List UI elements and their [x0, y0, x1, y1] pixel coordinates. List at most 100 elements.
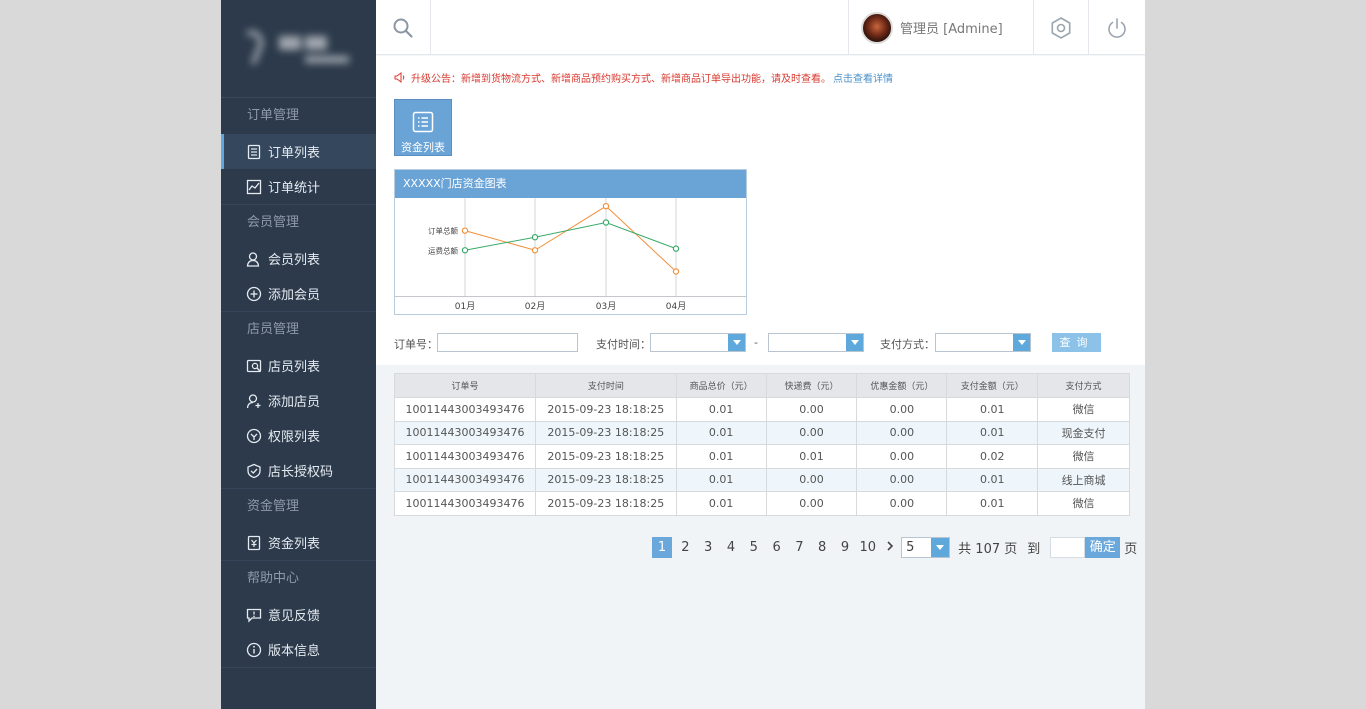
- table-cell: 2015-09-23 18:18:25: [534, 491, 677, 516]
- page-link[interactable]: 9: [834, 537, 857, 558]
- nav-section: 订单管理订单列表订单统计: [221, 98, 376, 205]
- table-cell: 0.01: [675, 420, 767, 445]
- search-button[interactable]: [376, 0, 431, 55]
- logo-icon: [245, 29, 349, 65]
- nav-section-title: 订单管理: [247, 108, 300, 123]
- fund-list-tile[interactable]: 资金列表: [394, 99, 452, 156]
- sidebar-item-funds[interactable]: 资金列表: [221, 525, 376, 560]
- table-row[interactable]: 10011443003493476 2015-09-23 18:18:25 0.01…: [394, 467, 1130, 492]
- order-id-link[interactable]: 10011443003493476: [394, 491, 536, 516]
- pay-time-start-select[interactable]: [650, 333, 746, 352]
- data-point: [672, 245, 680, 252]
- table-cell: 0.00: [856, 397, 948, 422]
- page-link[interactable]: 2: [674, 537, 697, 558]
- column-header[interactable]: 优惠金额（元）: [856, 373, 948, 398]
- order-id-link[interactable]: 10011443003493476: [394, 467, 536, 492]
- sidebar-item-permissions[interactable]: 权限列表: [221, 418, 376, 453]
- staff-card-icon: [246, 358, 262, 374]
- table-cell: 0.00: [856, 491, 948, 516]
- x-tick-label: 02月: [525, 301, 545, 312]
- user-menu[interactable]: 管理员 [Admine]: [848, 0, 1034, 55]
- table-cell: 0.02: [946, 444, 1039, 469]
- sidebar-item-add-staff[interactable]: 添加店员: [221, 383, 376, 418]
- chevron-down-icon: [1013, 334, 1030, 351]
- sidebar-item-members[interactable]: 会员列表: [221, 241, 376, 276]
- table-cell: 0.00: [765, 397, 858, 422]
- sidebar-item-order-stats[interactable]: 订单统计: [221, 169, 376, 204]
- sidebar-item-staff[interactable]: 店员列表: [221, 348, 376, 383]
- chevron-down-icon: [846, 334, 863, 351]
- query-button[interactable]: 查询: [1052, 333, 1101, 352]
- table-cell: 2015-09-23 18:18:25: [534, 420, 677, 445]
- announcement-link[interactable]: 点击查看详情: [833, 70, 893, 85]
- page-link[interactable]: 5: [742, 537, 765, 558]
- page-link[interactable]: 7: [788, 537, 811, 558]
- page-size-select[interactable]: 5: [901, 536, 951, 558]
- table-cell: 0.00: [765, 467, 858, 492]
- sidebar-item-manager-code[interactable]: 店长授权码: [221, 453, 376, 488]
- page-link[interactable]: 4: [720, 537, 743, 558]
- page-link[interactable]: 10: [856, 537, 879, 558]
- user-name: 管理员 [Admine]: [900, 22, 1003, 37]
- table-cell: 2015-09-23 18:18:25: [534, 444, 677, 469]
- data-point: [461, 227, 469, 234]
- page-link[interactable]: 1: [652, 536, 672, 558]
- table-cell: 0.01: [946, 467, 1039, 492]
- table-row[interactable]: 10011443003493476 2015-09-23 18:18:25 0.01…: [394, 397, 1130, 422]
- content-panel: 升级公告：新增到货物流方式、新增商品预约购买方式、新增商品订单导出功能，请及时查…: [376, 56, 1145, 365]
- order-id-link[interactable]: 10011443003493476: [394, 420, 536, 445]
- main-area: 管理员 [Admine] 升级公告：新增到货物流方式、新增商品预约购买方式、新增…: [376, 0, 1145, 709]
- sidebar-item-label: 添加会员: [268, 288, 321, 303]
- pay-method-select[interactable]: [935, 333, 1031, 352]
- goto-confirm-button[interactable]: 确定: [1085, 536, 1121, 558]
- table-cell: 线上商城: [1037, 467, 1130, 492]
- sidebar-item-label: 订单列表: [268, 146, 321, 161]
- data-point: [602, 219, 610, 226]
- logout-button[interactable]: [1089, 0, 1145, 55]
- sidebar-item-label: 店员列表: [268, 360, 321, 375]
- page-link[interactable]: 8: [811, 537, 834, 558]
- order-id-link[interactable]: 10011443003493476: [394, 397, 536, 422]
- page-unit: 页: [1124, 541, 1138, 557]
- sidebar-item-label: 意见反馈: [268, 609, 321, 624]
- column-header[interactable]: 支付金额（元）: [946, 373, 1039, 398]
- chevron-down-icon: [728, 334, 745, 351]
- table-cell: 0.01: [946, 397, 1039, 422]
- add-user-icon: [246, 393, 262, 409]
- sidebar-item-label: 店长授权码: [268, 465, 334, 480]
- x-tick-label: 04月: [666, 301, 686, 312]
- range-separator: -: [754, 336, 758, 349]
- sidebar-item-orders[interactable]: 订单列表: [221, 134, 376, 169]
- column-header[interactable]: 快递费（元）: [765, 373, 858, 398]
- settings-button[interactable]: [1034, 0, 1089, 55]
- chevron-down-icon: [931, 537, 950, 557]
- search-icon: [393, 18, 413, 38]
- table-cell: 0.01: [675, 444, 767, 469]
- column-header[interactable]: 支付方式: [1037, 373, 1130, 398]
- permission-icon: [246, 428, 262, 444]
- table-row[interactable]: 10011443003493476 2015-09-23 18:18:25 0.01…: [394, 420, 1130, 445]
- next-page-icon[interactable]: [879, 540, 901, 555]
- table-cell: 0.01: [675, 467, 767, 492]
- order-list-icon: [246, 144, 262, 160]
- sidebar-item-label: 订单统计: [268, 181, 321, 196]
- page-link[interactable]: 3: [697, 537, 720, 558]
- column-header[interactable]: 商品总价（元）: [675, 373, 767, 398]
- table-row[interactable]: 10011443003493476 2015-09-23 18:18:25 0.01…: [394, 444, 1130, 469]
- avatar: [861, 11, 893, 44]
- order-id-link[interactable]: 10011443003493476: [394, 444, 536, 469]
- sidebar-item-feedback[interactable]: 意见反馈: [221, 597, 376, 632]
- column-header[interactable]: 支付时间: [534, 373, 677, 398]
- sidebar-item-version[interactable]: 版本信息: [221, 632, 376, 667]
- table-cell: 0.00: [765, 420, 858, 445]
- yen-document-icon: [246, 535, 262, 551]
- table-cell: 微信: [1037, 491, 1130, 516]
- nav-section: 会员管理 会员列表 添加会员: [221, 205, 376, 312]
- table-row[interactable]: 10011443003493476 2015-09-23 18:18:25 0.01…: [394, 491, 1130, 516]
- page-link[interactable]: 6: [765, 537, 788, 558]
- order-no-input[interactable]: [437, 333, 578, 352]
- column-header[interactable]: 订单号: [394, 373, 536, 398]
- pay-time-end-select[interactable]: [768, 333, 864, 352]
- sidebar-item-add-member[interactable]: 添加会员: [221, 276, 376, 311]
- goto-page-input[interactable]: [1050, 536, 1086, 558]
